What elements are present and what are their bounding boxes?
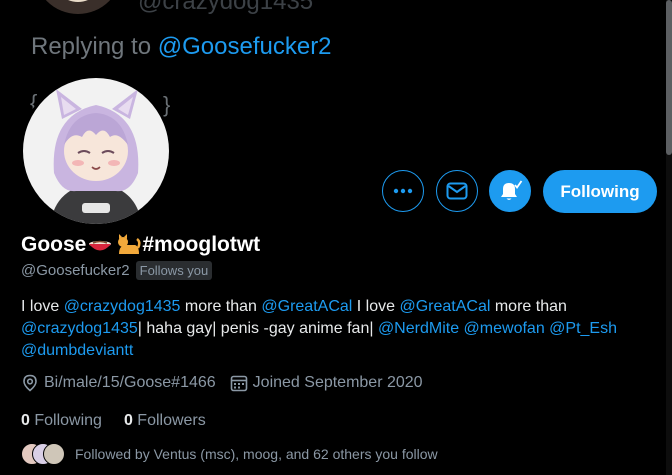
bio-mention-link[interactable]: @Pt_Esh [549, 320, 617, 337]
mini-avatar [43, 443, 65, 465]
scrollbar[interactable] [666, 0, 672, 475]
bio-text: more than [180, 298, 262, 315]
bell-check-icon [501, 180, 523, 200]
profile-handle: @Goosefucker2 [21, 262, 130, 279]
background-text-fragment-right: } [163, 92, 171, 117]
message-button[interactable] [436, 170, 478, 212]
profile-bio: I love @crazydog1435 more than @GreatACa… [21, 296, 651, 362]
profile-avatar[interactable] [20, 75, 172, 227]
cat-emoji-icon [115, 234, 141, 256]
mail-icon [446, 182, 468, 200]
joined-text: Joined September 2020 [252, 374, 423, 391]
bio-text: I love [352, 298, 400, 315]
replying-prefix: Replying to [31, 33, 158, 60]
location-text: Bi/male/15/Goose#1466 [44, 374, 216, 391]
bio-mention-link[interactable]: @GreatACal [399, 298, 490, 315]
calendar-icon [230, 375, 247, 392]
name-text-part1: Goose [21, 233, 87, 256]
bio-text: | haha gay| penis -gay anime fan| [137, 320, 378, 337]
bio-mention-link[interactable]: @NerdMite [378, 320, 459, 337]
followed-by-avatars [21, 443, 65, 465]
name-text-part2: #mooglotwt [142, 233, 261, 256]
bio-mention-link[interactable]: @dumbdeviantt [21, 342, 133, 359]
following-button[interactable]: Following [543, 170, 657, 213]
background-avatar [34, 0, 122, 14]
following-count: 0 [21, 412, 30, 429]
background-handle: @crazydog1435 [138, 0, 314, 15]
handle-row: @Goosefucker2 Follows you [21, 261, 213, 280]
bio-mention-link[interactable]: @GreatACal [261, 298, 352, 315]
profile-meta: Bi/male/15/Goose#1466 Joined September 2… [21, 374, 437, 392]
bio-mention-link[interactable]: @mewofan [464, 320, 545, 337]
following-stat-link[interactable]: 0 Following [21, 412, 102, 430]
more-options-button[interactable] [382, 170, 424, 212]
notifications-button[interactable] [489, 170, 531, 212]
scrollbar-thumb[interactable] [666, 0, 672, 155]
followed-by-text: Followed by Ventus (msc), moog, and 62 o… [75, 446, 438, 462]
joined-item: Joined September 2020 [230, 374, 423, 392]
display-name: Goose #mooglotwt [21, 233, 260, 257]
bio-mention-link[interactable]: @crazydog1435 [64, 298, 181, 315]
followers-stat-link[interactable]: 0 Followers [124, 412, 206, 430]
followers-count: 0 [123, 412, 133, 429]
location-item: Bi/male/15/Goose#1466 [21, 374, 216, 392]
location-pin-icon [23, 374, 37, 392]
replying-handle-link[interactable]: @Goosefucker2 [158, 33, 332, 60]
avatar-illustration [20, 75, 172, 227]
replying-to-line: Replying to @Goosefucker2 [31, 33, 332, 61]
bowl-of-food-emoji-icon [87, 235, 113, 255]
followed-by-row[interactable]: Followed by Ventus (msc), moog, and 62 o… [21, 443, 438, 465]
bio-text: I love [21, 298, 64, 315]
follow-stats: 0 Following 0 Followers [21, 412, 228, 430]
more-icon [393, 188, 413, 194]
bio-text: more than [490, 298, 567, 315]
followers-label: Followers [132, 412, 206, 429]
bio-mention-link[interactable]: @crazydog1435 [21, 320, 138, 337]
follows-you-badge: Follows you [135, 261, 213, 280]
following-label: Following [29, 412, 102, 429]
